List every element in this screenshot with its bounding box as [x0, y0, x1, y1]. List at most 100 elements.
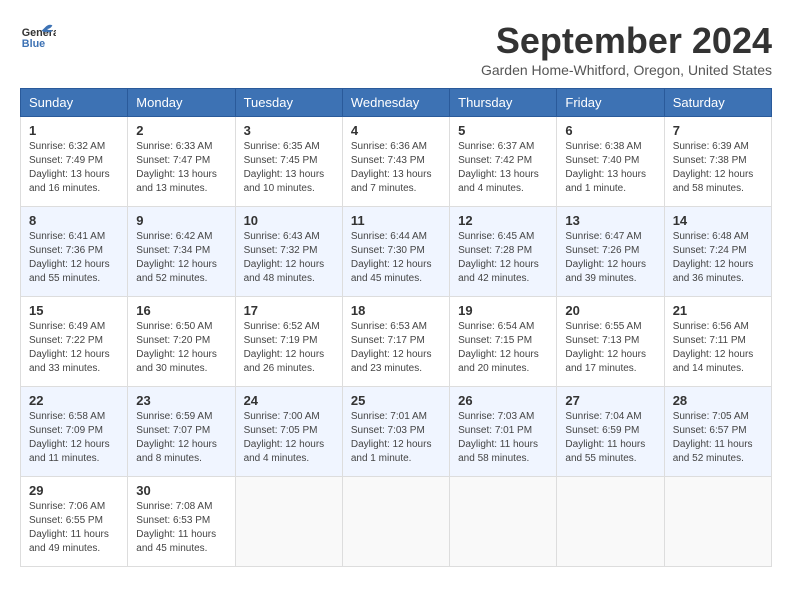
col-thursday: Thursday: [450, 89, 557, 117]
day-number: 2: [136, 123, 226, 138]
table-row: 20 Sunrise: 6:55 AMSunset: 7:13 PMDayligh…: [557, 297, 664, 387]
day-number: 16: [136, 303, 226, 318]
day-info: Sunrise: 6:49 AMSunset: 7:22 PMDaylight:…: [29, 320, 119, 376]
col-tuesday: Tuesday: [235, 89, 342, 117]
day-info: Sunrise: 6:43 AMSunset: 7:32 PMDaylight:…: [244, 230, 334, 286]
table-row: 6Sunrise: 6:38 AMSunset: 7:40 PMDaylight…: [557, 117, 664, 207]
day-info: Sunrise: 6:35 AMSunset: 7:45 PMDaylight:…: [244, 140, 334, 196]
col-wednesday: Wednesday: [342, 89, 449, 117]
day-number: 9: [136, 213, 226, 228]
table-row: 13 Sunrise: 6:47 AMSunset: 7:26 PMDayligh…: [557, 207, 664, 297]
day-info: Sunrise: 6:32 AMSunset: 7:49 PMDaylight:…: [29, 140, 119, 196]
table-row: [235, 477, 342, 567]
page-header: General Blue September 2024 Garden Home-…: [20, 20, 772, 78]
day-number: 12: [458, 213, 548, 228]
day-number: 1: [29, 123, 119, 138]
table-row: 10 Sunrise: 6:43 AMSunset: 7:32 PMDayligh…: [235, 207, 342, 297]
day-number: 17: [244, 303, 334, 318]
table-row: [557, 477, 664, 567]
logo: General Blue: [20, 20, 56, 56]
day-info: Sunrise: 6:52 AMSunset: 7:19 PMDaylight:…: [244, 320, 334, 376]
day-number: 14: [673, 213, 763, 228]
col-monday: Monday: [128, 89, 235, 117]
day-info: Sunrise: 7:06 AMSunset: 6:55 PMDaylight:…: [29, 500, 119, 556]
table-row: 4Sunrise: 6:36 AMSunset: 7:43 PMDaylight…: [342, 117, 449, 207]
day-number: 20: [565, 303, 655, 318]
table-row: 24 Sunrise: 7:00 AMSunset: 7:05 PMDayligh…: [235, 387, 342, 477]
calendar-week-3: 15 Sunrise: 6:49 AMSunset: 7:22 PMDayligh…: [21, 297, 772, 387]
day-info: Sunrise: 6:37 AMSunset: 7:42 PMDaylight:…: [458, 140, 548, 196]
day-number: 5: [458, 123, 548, 138]
table-row: 22 Sunrise: 6:58 AMSunset: 7:09 PMDayligh…: [21, 387, 128, 477]
day-info: Sunrise: 6:53 AMSunset: 7:17 PMDaylight:…: [351, 320, 441, 376]
calendar-week-4: 22 Sunrise: 6:58 AMSunset: 7:09 PMDayligh…: [21, 387, 772, 477]
day-number: 10: [244, 213, 334, 228]
day-info: Sunrise: 6:42 AMSunset: 7:34 PMDaylight:…: [136, 230, 226, 286]
day-info: Sunrise: 7:08 AMSunset: 6:53 PMDaylight:…: [136, 500, 226, 556]
table-row: [450, 477, 557, 567]
day-number: 18: [351, 303, 441, 318]
day-number: 15: [29, 303, 119, 318]
col-friday: Friday: [557, 89, 664, 117]
table-row: 17 Sunrise: 6:52 AMSunset: 7:19 PMDayligh…: [235, 297, 342, 387]
calendar-header-row: Sunday Monday Tuesday Wednesday Thursday…: [21, 89, 772, 117]
table-row: 8 Sunrise: 6:41 AMSunset: 7:36 PMDaylight…: [21, 207, 128, 297]
day-number: 13: [565, 213, 655, 228]
col-saturday: Saturday: [664, 89, 771, 117]
logo-icon: General Blue: [20, 20, 56, 56]
table-row: 12 Sunrise: 6:45 AMSunset: 7:28 PMDayligh…: [450, 207, 557, 297]
day-info: Sunrise: 7:04 AMSunset: 6:59 PMDaylight:…: [565, 410, 655, 466]
table-row: 1 Sunrise: 6:32 AMSunset: 7:49 PMDaylight…: [21, 117, 128, 207]
table-row: 16Sunrise: 6:50 AMSunset: 7:20 PMDayligh…: [128, 297, 235, 387]
day-info: Sunrise: 6:59 AMSunset: 7:07 PMDaylight:…: [136, 410, 226, 466]
table-row: 19Sunrise: 6:54 AMSunset: 7:15 PMDayligh…: [450, 297, 557, 387]
day-info: Sunrise: 6:56 AMSunset: 7:11 PMDaylight:…: [673, 320, 763, 376]
day-number: 19: [458, 303, 548, 318]
day-info: Sunrise: 7:00 AMSunset: 7:05 PMDaylight:…: [244, 410, 334, 466]
day-info: Sunrise: 6:45 AMSunset: 7:28 PMDaylight:…: [458, 230, 548, 286]
table-row: [664, 477, 771, 567]
col-sunday: Sunday: [21, 89, 128, 117]
day-number: 29: [29, 483, 119, 498]
day-info: Sunrise: 6:48 AMSunset: 7:24 PMDaylight:…: [673, 230, 763, 286]
table-row: 2 Sunrise: 6:33 AMSunset: 7:47 PMDaylight…: [128, 117, 235, 207]
title-section: September 2024 Garden Home-Whitford, Ore…: [481, 20, 772, 78]
day-info: Sunrise: 7:05 AMSunset: 6:57 PMDaylight:…: [673, 410, 763, 466]
table-row: 11Sunrise: 6:44 AMSunset: 7:30 PMDayligh…: [342, 207, 449, 297]
calendar-week-1: 1 Sunrise: 6:32 AMSunset: 7:49 PMDaylight…: [21, 117, 772, 207]
day-info: Sunrise: 6:47 AMSunset: 7:26 PMDaylight:…: [565, 230, 655, 286]
day-info: Sunrise: 6:36 AMSunset: 7:43 PMDaylight:…: [351, 140, 441, 196]
calendar-week-2: 8 Sunrise: 6:41 AMSunset: 7:36 PMDaylight…: [21, 207, 772, 297]
table-row: 5 Sunrise: 6:37 AMSunset: 7:42 PMDaylight…: [450, 117, 557, 207]
table-row: 15 Sunrise: 6:49 AMSunset: 7:22 PMDayligh…: [21, 297, 128, 387]
table-row: 7 Sunrise: 6:39 AMSunset: 7:38 PMDaylight…: [664, 117, 771, 207]
table-row: 14 Sunrise: 6:48 AMSunset: 7:24 PMDayligh…: [664, 207, 771, 297]
day-number: 22: [29, 393, 119, 408]
day-number: 3: [244, 123, 334, 138]
table-row: 28 Sunrise: 7:05 AMSunset: 6:57 PMDayligh…: [664, 387, 771, 477]
day-info: Sunrise: 6:39 AMSunset: 7:38 PMDaylight:…: [673, 140, 763, 196]
day-info: Sunrise: 6:41 AMSunset: 7:36 PMDaylight:…: [29, 230, 119, 286]
day-info: Sunrise: 6:33 AMSunset: 7:47 PMDaylight:…: [136, 140, 226, 196]
calendar-week-5: 29 Sunrise: 7:06 AMSunset: 6:55 PMDayligh…: [21, 477, 772, 567]
table-row: [342, 477, 449, 567]
day-number: 25: [351, 393, 441, 408]
day-number: 11: [351, 213, 441, 228]
day-number: 7: [673, 123, 763, 138]
day-info: Sunrise: 6:58 AMSunset: 7:09 PMDaylight:…: [29, 410, 119, 466]
page-title: September 2024: [481, 20, 772, 62]
table-row: 29 Sunrise: 7:06 AMSunset: 6:55 PMDayligh…: [21, 477, 128, 567]
table-row: 3 Sunrise: 6:35 AMSunset: 7:45 PMDaylight…: [235, 117, 342, 207]
day-number: 26: [458, 393, 548, 408]
day-number: 24: [244, 393, 334, 408]
table-row: 27Sunrise: 7:04 AMSunset: 6:59 PMDayligh…: [557, 387, 664, 477]
calendar-table: Sunday Monday Tuesday Wednesday Thursday…: [20, 88, 772, 567]
day-number: 8: [29, 213, 119, 228]
day-number: 28: [673, 393, 763, 408]
table-row: 26 Sunrise: 7:03 AMSunset: 7:01 PMDayligh…: [450, 387, 557, 477]
day-number: 6: [565, 123, 655, 138]
day-info: Sunrise: 6:55 AMSunset: 7:13 PMDaylight:…: [565, 320, 655, 376]
page-subtitle: Garden Home-Whitford, Oregon, United Sta…: [481, 62, 772, 78]
day-info: Sunrise: 7:03 AMSunset: 7:01 PMDaylight:…: [458, 410, 548, 466]
svg-text:Blue: Blue: [22, 38, 45, 50]
